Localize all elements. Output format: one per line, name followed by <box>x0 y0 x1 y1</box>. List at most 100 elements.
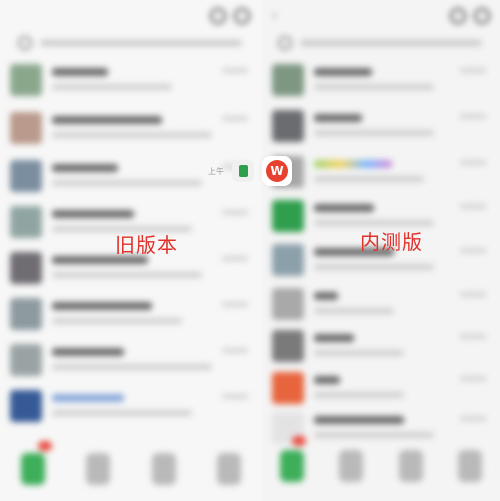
avatar <box>272 372 304 404</box>
chat-title <box>314 376 340 384</box>
contacts-tab-icon[interactable] <box>86 453 111 485</box>
search-icon[interactable] <box>450 8 466 24</box>
avatar <box>272 64 304 96</box>
back-icon[interactable]: ‹ <box>272 8 284 22</box>
chat-time <box>460 416 486 421</box>
chat-title <box>52 116 162 124</box>
chat-row[interactable] <box>272 330 490 368</box>
chat-snippet <box>52 364 212 370</box>
app-tile[interactable]: W <box>262 156 292 186</box>
chat-time <box>460 376 486 381</box>
beta-version-label: 内测版 <box>360 230 423 254</box>
chat-time <box>222 302 248 307</box>
avatar <box>272 330 304 362</box>
chat-time <box>222 394 248 399</box>
old-version-label: 旧版本 <box>115 233 178 257</box>
chat-snippet <box>314 308 394 314</box>
more-icon[interactable] <box>234 8 250 24</box>
avatar <box>10 390 42 422</box>
chat-row[interactable] <box>10 344 252 382</box>
chat-time <box>460 160 486 165</box>
document-app-tile[interactable] <box>232 160 254 182</box>
chat-title <box>314 334 354 342</box>
chats-tab-icon[interactable] <box>20 453 45 485</box>
chat-row[interactable] <box>10 390 252 428</box>
chat-title <box>314 292 338 300</box>
chat-time <box>222 210 248 215</box>
chat-row[interactable] <box>272 156 490 194</box>
chat-title <box>314 114 362 122</box>
avatar <box>272 244 304 276</box>
avatar <box>272 288 304 320</box>
chat-time <box>222 256 248 261</box>
chat-title <box>52 210 134 218</box>
search-glyph-icon <box>18 36 32 50</box>
top-bar: ‹ <box>262 0 500 30</box>
chat-title <box>314 160 392 168</box>
chat-row[interactable] <box>272 64 490 102</box>
chat-time <box>460 292 486 297</box>
chat-row[interactable] <box>272 372 490 410</box>
discover-tab-icon[interactable] <box>151 453 176 485</box>
me-tab-icon[interactable] <box>458 450 483 482</box>
search-icon[interactable] <box>210 8 226 24</box>
chat-time <box>460 114 486 119</box>
chat-snippet <box>314 392 404 398</box>
chat-snippet <box>314 264 434 270</box>
chat-row[interactable] <box>10 112 252 150</box>
chat-time <box>222 116 248 121</box>
chat-snippet <box>314 350 404 356</box>
chat-snippet <box>52 84 172 90</box>
chat-row[interactable] <box>10 64 252 102</box>
app-logo-icon: W <box>266 160 288 182</box>
more-icon[interactable] <box>474 8 490 24</box>
chat-title <box>52 164 118 172</box>
chat-row[interactable] <box>272 110 490 148</box>
chat-snippet <box>314 84 434 90</box>
chat-snippet <box>52 180 202 186</box>
chat-time <box>460 68 486 73</box>
chat-title <box>52 68 108 76</box>
chat-title <box>314 68 372 76</box>
me-tab-icon[interactable] <box>217 453 242 485</box>
avatar <box>10 252 42 284</box>
avatar <box>272 110 304 142</box>
search-placeholder-line <box>300 40 482 46</box>
unread-badge <box>38 441 52 451</box>
discover-tab-icon[interactable] <box>398 450 423 482</box>
chats-tab-icon[interactable] <box>279 450 304 482</box>
chat-snippet <box>52 410 192 416</box>
avatar <box>10 64 42 96</box>
unread-badge <box>292 436 306 446</box>
search-placeholder-line <box>40 40 242 46</box>
chat-snippet <box>52 318 182 324</box>
avatar <box>272 200 304 232</box>
time-text: 上午 <box>208 166 224 176</box>
avatar <box>10 344 42 376</box>
chat-title <box>52 348 124 356</box>
chat-title <box>314 416 404 424</box>
chat-title <box>52 394 124 402</box>
chat-row[interactable] <box>272 288 490 326</box>
chat-time <box>222 68 248 73</box>
avatar <box>10 298 42 330</box>
comparison-screenshot: ‹ 旧版本 内测版 上午 W <box>0 0 500 501</box>
chat-snippet <box>52 272 202 278</box>
chat-title <box>314 204 374 212</box>
search-bar[interactable] <box>278 36 482 50</box>
chat-title <box>52 302 152 310</box>
floating-app-strip: 上午 W <box>208 154 300 188</box>
chat-row[interactable] <box>10 298 252 336</box>
chat-time <box>222 348 248 353</box>
top-bar <box>0 0 262 30</box>
chat-snippet <box>52 132 212 138</box>
chat-time <box>460 334 486 339</box>
chat-snippet <box>314 130 434 136</box>
chat-time <box>460 248 486 253</box>
chat-time <box>460 204 486 209</box>
avatar <box>10 112 42 144</box>
search-bar[interactable] <box>18 36 242 50</box>
chat-snippet <box>314 176 424 182</box>
document-icon <box>238 165 248 177</box>
contacts-tab-icon[interactable] <box>339 450 364 482</box>
